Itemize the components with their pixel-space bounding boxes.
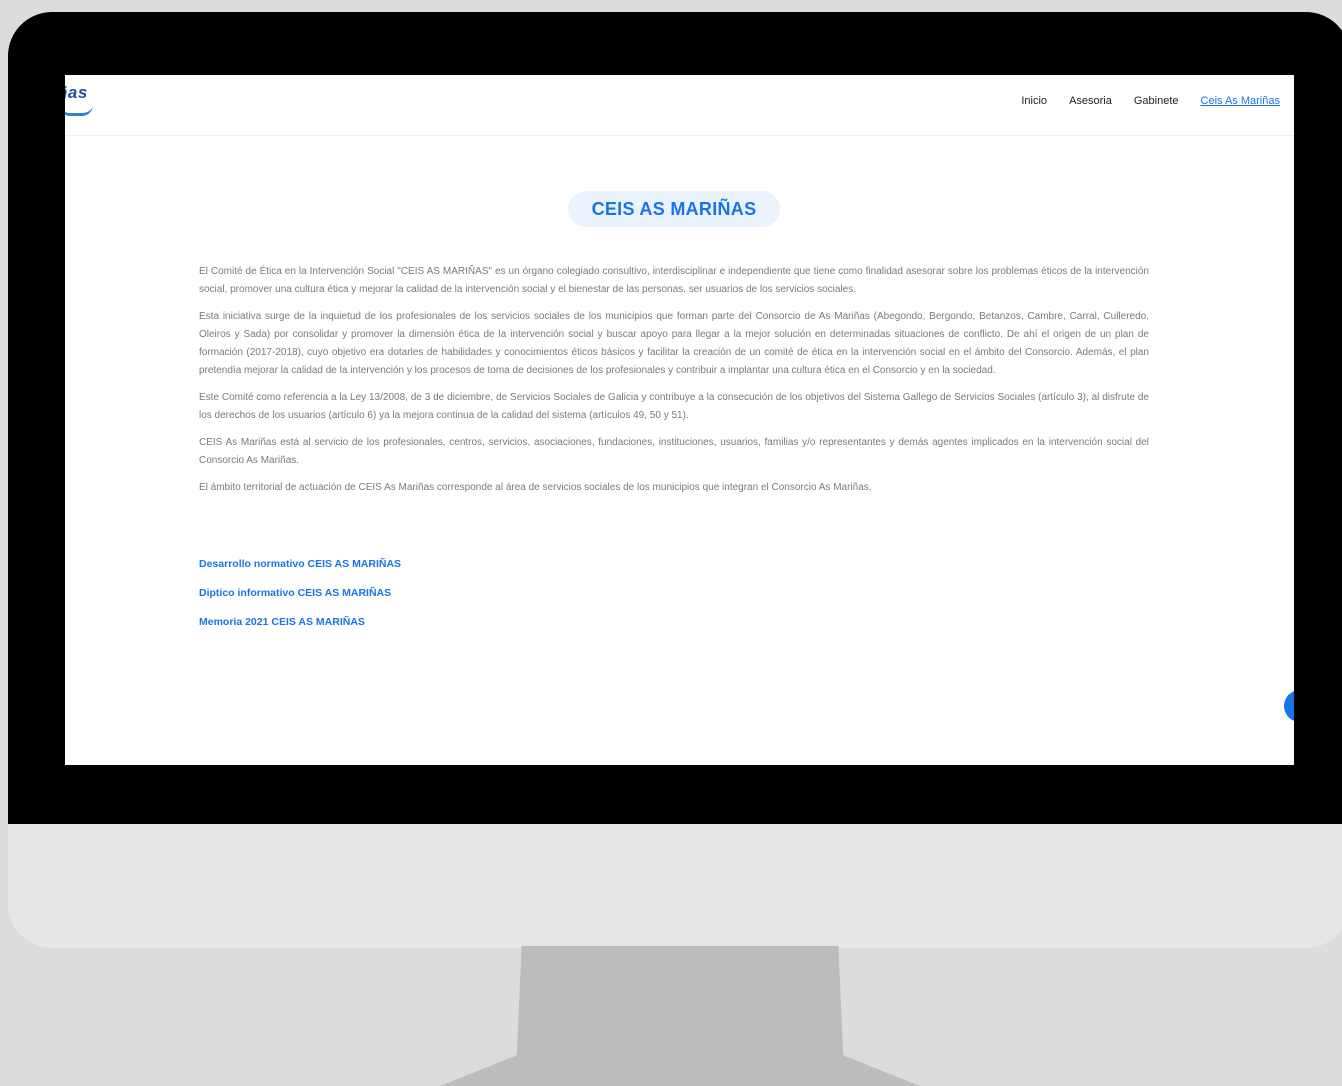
document-links: Desarrollo normativo CEIS AS MARIÑAS Dip…	[199, 556, 401, 643]
paragraph-intro: El Comité de Ética en la Intervención So…	[199, 266, 1149, 295]
nav-item-ceis[interactable]: Ceis As Mariñas	[1201, 95, 1280, 107]
link-memoria-2021[interactable]: Memoria 2021 CEIS AS MARIÑAS	[199, 614, 401, 630]
logo-swoosh-icon	[65, 105, 93, 116]
browser-viewport: ñas Inicio Asesoria Gabinete Ceis As Mar…	[65, 75, 1294, 765]
main-nav: Inicio Asesoria Gabinete Ceis As Mariñas	[1021, 95, 1280, 107]
monitor-stand	[440, 946, 920, 1086]
paragraph-origin: Esta iniciativa surge de la inquietud de…	[199, 311, 1149, 376]
page-title: CEIS AS MARIÑAS	[568, 191, 780, 227]
paragraph-law: Este Comité como referencia a la Ley 13/…	[199, 392, 1149, 421]
site-header: ñas Inicio Asesoria Gabinete Ceis As Mar…	[65, 75, 1294, 136]
page-content: El Comité de Ética en la Intervención So…	[199, 263, 1149, 506]
paragraph-scope: El ámbito territorial de actuación de CE…	[199, 482, 872, 493]
floating-action-button[interactable]	[1284, 690, 1294, 722]
paragraph-service: CEIS As Mariñas está al servicio de los …	[199, 437, 1149, 466]
nav-item-asesoria[interactable]: Asesoria	[1069, 95, 1112, 107]
link-desarrollo-normativo[interactable]: Desarrollo normativo CEIS AS MARIÑAS	[199, 556, 401, 572]
nav-item-gabinete[interactable]: Gabinete	[1134, 95, 1179, 107]
nav-item-inicio[interactable]: Inicio	[1021, 95, 1047, 107]
link-diptico-informativo[interactable]: Diptico informativo CEIS AS MARIÑAS	[199, 585, 401, 601]
